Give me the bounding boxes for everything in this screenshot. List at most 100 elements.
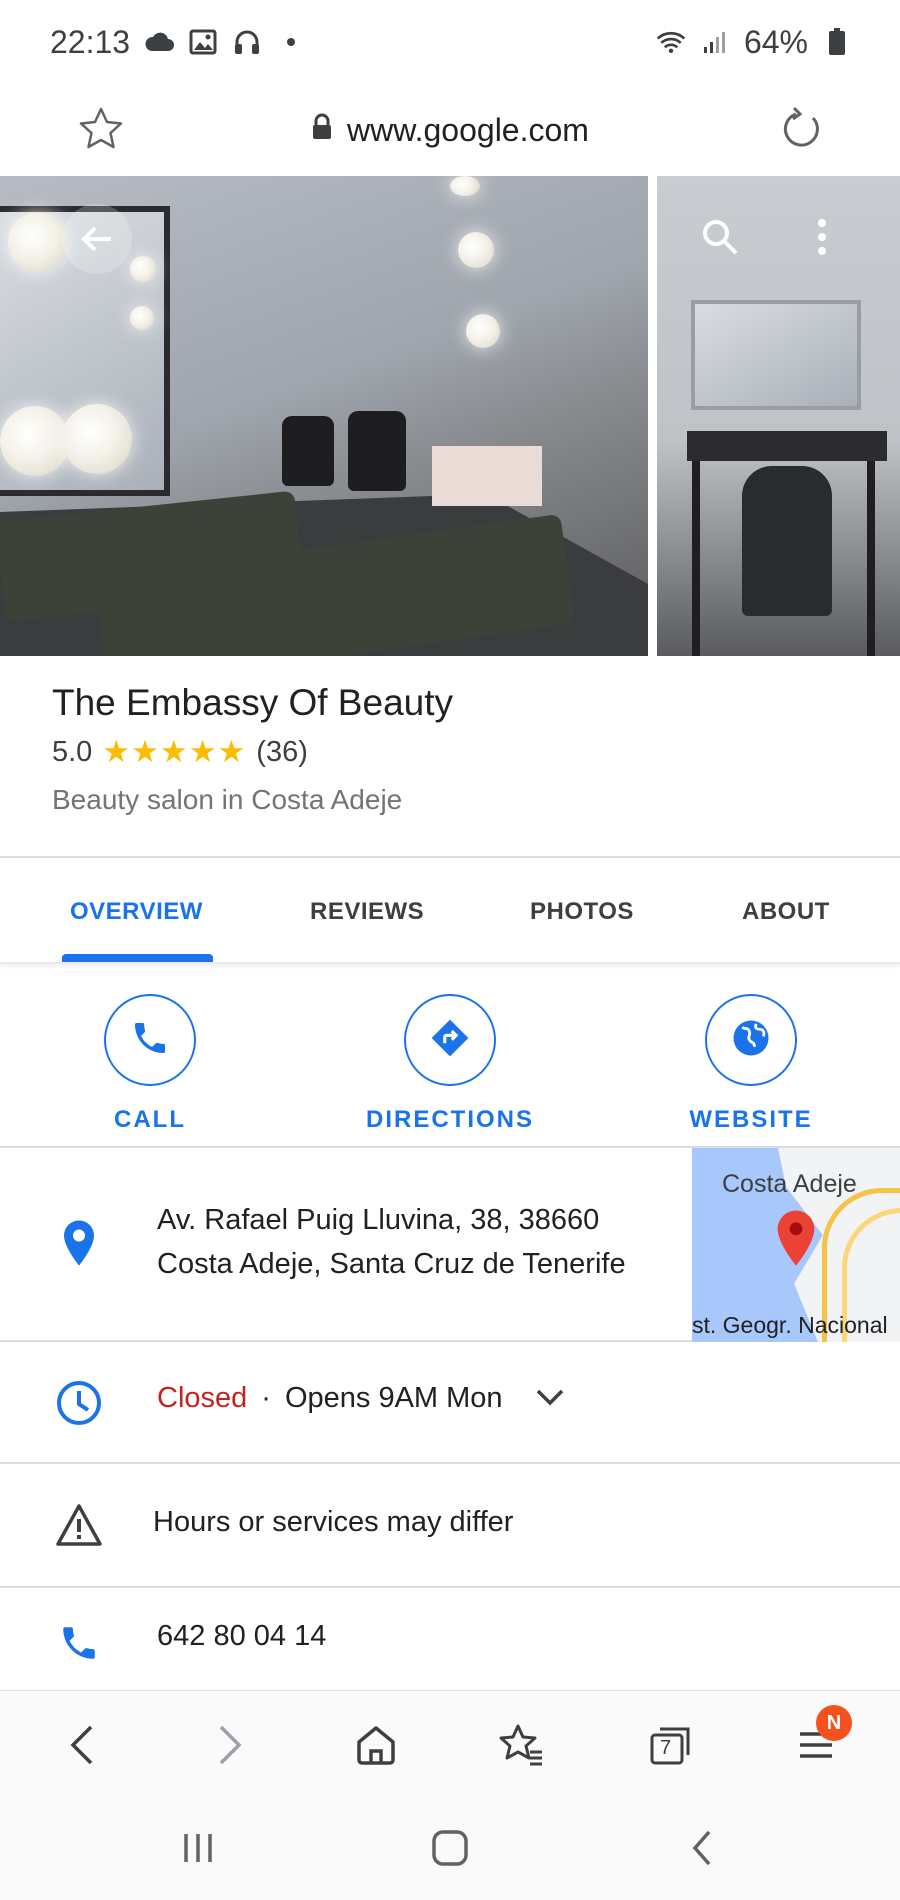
mirror [691,300,861,410]
bulb [450,176,480,196]
phone-icon [130,1018,170,1063]
bulb [130,256,156,282]
website-button-circle[interactable] [705,994,797,1086]
address-line-2: Costa Adeje, Santa Cruz de Tenerife [157,1248,626,1280]
bulb [8,212,68,272]
tab-reviews[interactable]: REVIEWS [310,898,424,926]
more-vert-icon[interactable] [797,212,847,262]
back-arrow-icon[interactable] [62,204,132,274]
globe-icon [730,1017,772,1064]
wifi-icon [656,27,686,57]
status-bar: 22:13 64% [0,0,900,84]
battery-icon [822,27,852,57]
back-icon[interactable] [52,1715,112,1775]
notice-text: Hours or services may differ [153,1506,514,1538]
status-time: 22:13 [50,23,131,60]
clock-icon [54,1378,104,1428]
vanity-table [687,431,887,461]
photo-secondary[interactable] [657,176,900,656]
call-button[interactable]: CALL [40,994,260,1134]
url-text: www.google.com [347,111,589,148]
chair [742,466,832,616]
hours-row[interactable]: Closed · Opens 9AM Mon [0,1342,900,1464]
tab-indicator [62,954,213,962]
tab-overview[interactable]: OVERVIEW [70,898,203,926]
tab-bar: OVERVIEW REVIEWS PHOTOS ABOUT [0,856,900,964]
phone-number: 642 80 04 14 [157,1620,327,1652]
headphones-icon [232,27,262,57]
website-button[interactable]: WEBSITE [641,994,861,1134]
bottle [348,411,406,491]
call-label: CALL [114,1106,186,1133]
status-right: 64% [656,24,852,61]
reload-icon[interactable] [776,104,826,154]
bottle [282,416,334,486]
status-left: 22:13 [50,24,306,61]
action-buttons: CALL DIRECTIONS WEBSITE [0,966,900,1148]
tabs-count: 7 [660,1737,672,1759]
website-label: WEBSITE [689,1106,813,1133]
directions-label: DIRECTIONS [365,1106,534,1133]
map-marker-icon [774,1208,818,1273]
bulb [466,314,500,348]
place-category: Beauty salon in Costa Adeje [52,784,403,815]
phone-row[interactable]: 642 80 04 14 [0,1588,900,1692]
tabs-icon[interactable]: 7 [640,1715,700,1775]
place-header: The Embassy Of Beauty 5.0 ★★★★★ (36) Bea… [52,680,852,816]
bulb [62,404,132,474]
call-button-circle[interactable] [104,994,196,1086]
table-leg [867,461,875,656]
search-icon[interactable] [695,212,745,262]
map-label-top: Costa Adeje [722,1170,857,1198]
notice-row: Hours or services may differ [0,1464,900,1588]
photo-carousel[interactable] [0,176,900,656]
dot-icon [276,27,306,57]
warning-icon [54,1500,104,1550]
rating-row[interactable]: 5.0 ★★★★★ (36) [52,734,852,770]
rating-value: 5.0 [52,735,93,768]
bulb [0,406,70,476]
forward-icon[interactable] [200,1715,260,1775]
bookmarks-icon[interactable] [492,1715,552,1775]
bulb [130,306,154,330]
map-thumbnail[interactable]: Costa Adeje st. Geogr. Nacional [692,1148,900,1342]
address-row[interactable]: Av. Rafael Puig Lluvina, 38, 38660 Costa… [0,1148,900,1342]
hours-separator: · [261,1382,271,1414]
bulb [458,232,494,268]
cloud-icon [144,27,175,57]
table-leg [692,461,700,656]
back-nav-icon[interactable] [676,1822,728,1874]
address-text: Av. Rafael Puig Lluvina, 38, 38660 Costa… [157,1198,626,1286]
hours-text: Closed · Opens 9AM Mon [157,1382,565,1415]
image-icon [188,27,218,57]
hours-status: Closed [157,1382,248,1414]
directions-icon [429,1017,471,1064]
directions-button-circle[interactable] [404,994,496,1086]
review-count: (36) [256,735,308,768]
location-pin-icon [54,1218,104,1268]
star-outline-icon[interactable] [76,104,126,154]
home-nav-icon[interactable] [424,1822,476,1874]
place-title: The Embassy Of Beauty [52,682,454,723]
home-icon[interactable] [346,1715,406,1775]
notification-badge: N [816,1705,852,1741]
tab-photos[interactable]: PHOTOS [530,898,634,926]
tab-about[interactable]: ABOUT [742,898,830,926]
hours-next: Opens 9AM Mon [284,1382,503,1414]
address-field[interactable]: www.google.com [0,84,900,176]
url-bar: www.google.com [0,84,900,176]
lock-icon [311,112,333,149]
signal-icon [700,27,730,57]
directions-button[interactable]: DIRECTIONS [340,994,560,1134]
chevron-down-icon[interactable] [535,1382,565,1415]
phone-row-icon [54,1618,104,1668]
battery-percent: 64% [743,23,808,60]
map-label-bottom: st. Geogr. Nacional [692,1312,888,1338]
tissue-box [432,446,542,506]
system-nav-bar [0,1796,900,1900]
address-line-1: Av. Rafael Puig Lluvina, 38, 38660 [157,1204,600,1236]
browser-toolbar: 7 N [0,1690,900,1796]
recents-icon[interactable] [172,1822,224,1874]
rating-stars: ★★★★★ [102,734,247,769]
photo-main[interactable] [0,176,648,656]
